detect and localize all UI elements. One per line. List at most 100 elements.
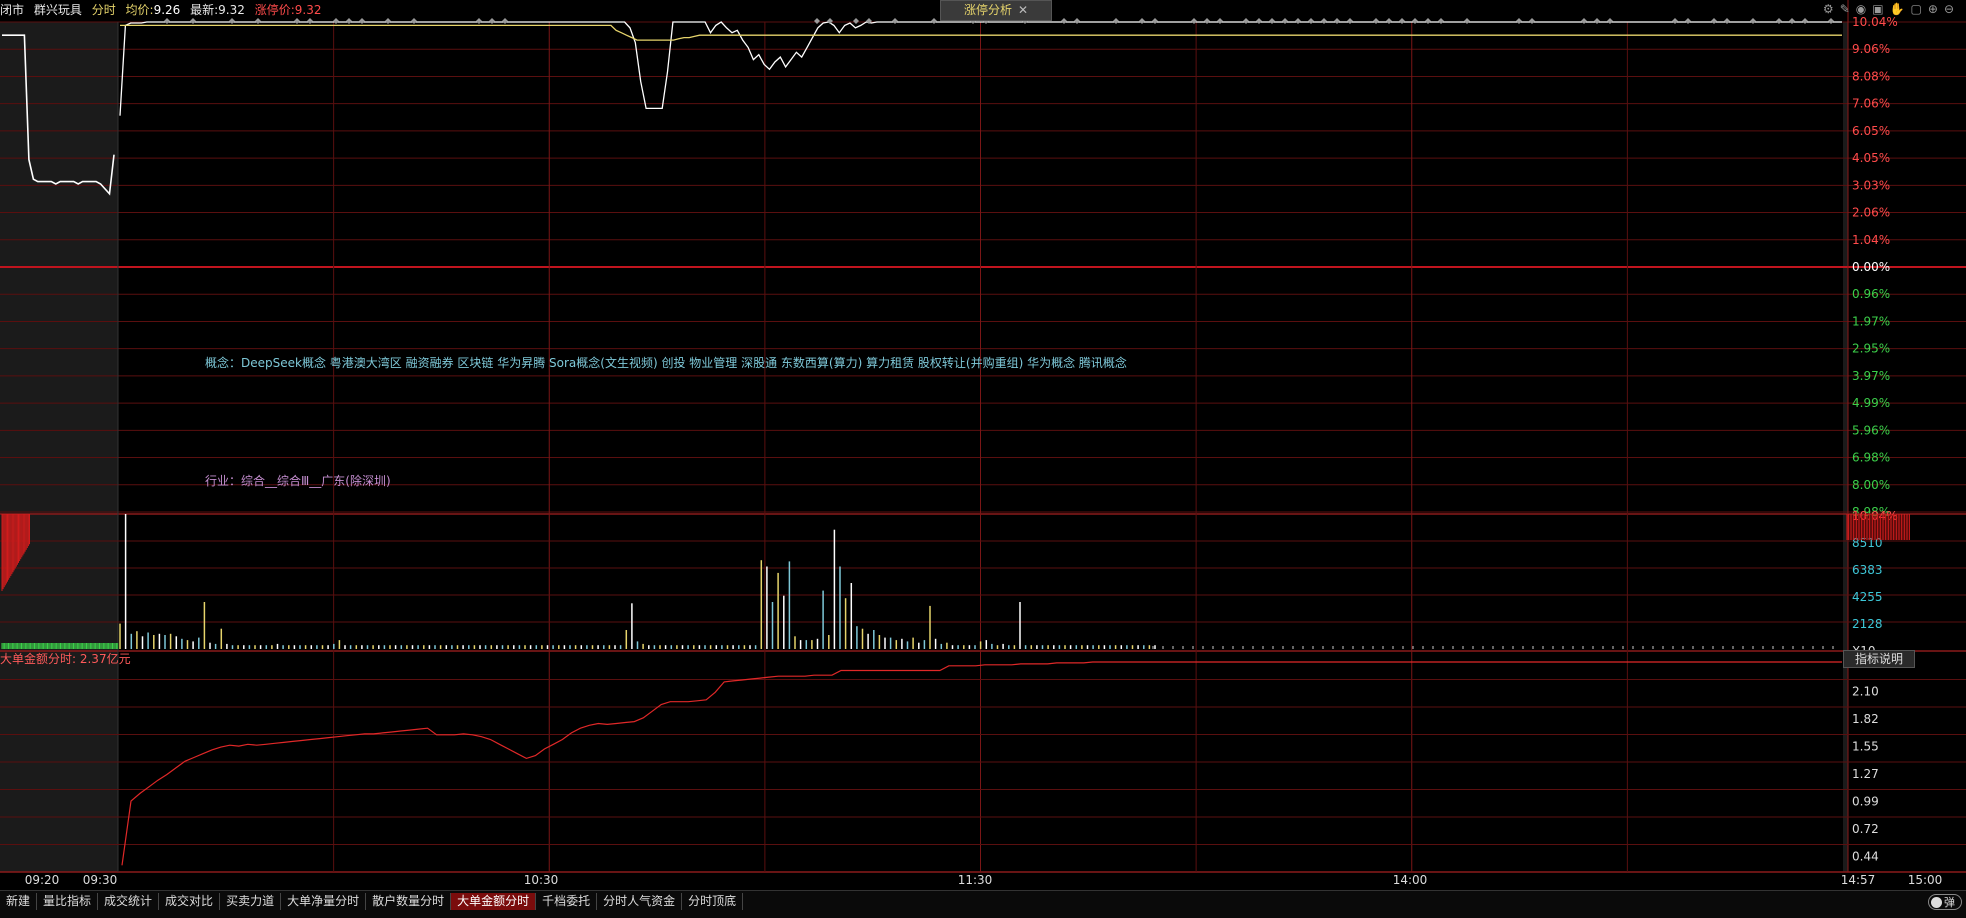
limit-marker <box>1321 18 1327 24</box>
limit-marker <box>931 18 937 24</box>
limit-marker <box>814 18 820 24</box>
limit-marker <box>1295 18 1301 24</box>
price-tick-label: 0.96% <box>1852 287 1890 301</box>
time-tick-label: 14:57 <box>1841 873 1876 887</box>
price-tick-label: 2.95% <box>1852 342 1890 356</box>
bottom-tab-5[interactable]: 大单净量分时 <box>281 893 366 910</box>
limit-marker <box>1243 18 1249 24</box>
price-tick-label: 4.99% <box>1852 396 1890 410</box>
amount-tick-label: 1.27 <box>1852 767 1879 781</box>
price-tick-label: 5.96% <box>1852 423 1890 437</box>
header-bar: 闭市 群兴玩具 分时 均价:9.26 最新:9.32 涨停价:9.32 <box>0 0 327 20</box>
bottom-tab-3[interactable]: 成交对比 <box>159 893 220 910</box>
amount-tick-label: 0.72 <box>1852 822 1879 836</box>
limit-marker <box>1802 18 1808 24</box>
limit-marker <box>476 18 482 24</box>
price-tick-label: 10.04% <box>1852 15 1898 29</box>
limit-marker <box>827 18 833 24</box>
industry-text: 行业：综合__综合Ⅲ__广东(除深圳) <box>205 472 391 489</box>
eye-icon[interactable]: ◉ <box>1856 2 1872 16</box>
price-tick-label: 9.06% <box>1852 42 1890 56</box>
close-icon[interactable]: ✕ <box>1018 3 1028 17</box>
bottom-tab-4[interactable]: 买卖力道 <box>220 893 281 910</box>
amount-tick-label: 0.44 <box>1852 850 1879 864</box>
amount-tick-label: 1.82 <box>1852 712 1879 726</box>
limit-marker <box>1724 18 1730 24</box>
limit-marker <box>853 18 859 24</box>
limit-marker <box>346 18 352 24</box>
price-tick-label: 1.04% <box>1852 233 1890 247</box>
bottom-tab-1[interactable]: 量比指标 <box>37 893 98 910</box>
limit-marker <box>1750 18 1756 24</box>
volume-tick-label: 10.04% <box>1852 509 1898 523</box>
limit-marker <box>1711 18 1717 24</box>
limit-marker <box>1308 18 1314 24</box>
premarket-bg <box>0 22 118 872</box>
trash-icon[interactable]: ▣ <box>1872 2 1889 16</box>
price-tick-label: 3.97% <box>1852 369 1890 383</box>
limit-marker <box>1828 18 1834 24</box>
limit-marker <box>1594 18 1600 24</box>
limit-marker <box>1607 18 1613 24</box>
lock-icon[interactable]: ▢ <box>1911 2 1928 16</box>
popup-toggle[interactable]: 弹 <box>1928 894 1962 910</box>
time-tick-label: 09:30 <box>83 873 118 887</box>
bottom-tab-8[interactable]: 千档委托 <box>536 893 597 910</box>
limit-marker <box>1776 18 1782 24</box>
gear-icon[interactable]: ⚙ <box>1823 2 1840 16</box>
mode-label: 分时 <box>92 3 116 17</box>
limit-marker <box>1217 18 1223 24</box>
indicator-explain-button[interactable]: 指标说明 <box>1843 650 1915 668</box>
limit-marker <box>359 18 365 24</box>
stock-name[interactable]: 群兴玩具 <box>34 3 82 17</box>
amount-line <box>122 662 1842 865</box>
limit-marker <box>1425 18 1431 24</box>
limit-marker <box>1334 18 1340 24</box>
limit-marker <box>1412 18 1418 24</box>
limit-marker <box>385 18 391 24</box>
bottom-tab-bar: 新建 量比指标 成交统计 成交对比 买卖力道 大单净量分时 散户数量分时 大单金额分时 千档委托… <box>0 890 1966 918</box>
price-tick-label: 4.05% <box>1852 151 1890 165</box>
latest-label: 最新:9.32 <box>190 3 245 17</box>
limit-label: 涨停价:9.32 <box>255 3 322 17</box>
zoom-out-icon[interactable]: ⊖ <box>1944 2 1960 16</box>
zoom-in-icon[interactable]: ⊕ <box>1928 2 1944 16</box>
price-tick-label: 2.06% <box>1852 206 1890 220</box>
limit-marker <box>1074 18 1080 24</box>
bottom-tab-0[interactable]: 新建 <box>0 893 37 910</box>
bottom-tab-6[interactable]: 散户数量分时 <box>366 893 451 910</box>
limit-marker <box>892 18 898 24</box>
limit-marker <box>411 18 417 24</box>
limit-marker <box>1373 18 1379 24</box>
limit-analysis-tab[interactable]: 涨停分析 ✕ <box>940 0 1052 21</box>
price-tick-label: 3.03% <box>1852 178 1890 192</box>
limit-marker <box>1282 18 1288 24</box>
bottom-tab-10[interactable]: 分时顶底 <box>682 893 743 910</box>
price-tick-label: 6.05% <box>1852 124 1890 138</box>
intraday-chart[interactable]: 10.04% 9.06% 8.08% 7.06% 6.05% 4.05% 3.03% 2.06… <box>0 0 1966 917</box>
price-tick-label: 8.00% <box>1852 478 1890 492</box>
volume-tick-label: 6383 <box>1852 563 1883 577</box>
limit-marker <box>1113 18 1119 24</box>
limit-marker <box>1685 18 1691 24</box>
time-tick-label: 15:00 <box>1908 873 1943 887</box>
limit-marker <box>1347 18 1353 24</box>
bottom-tab-2[interactable]: 成交统计 <box>98 893 159 910</box>
price-tick-label-zero: 0.00% <box>1852 260 1890 274</box>
bottom-tab-9[interactable]: 分时人气资金 <box>597 893 682 910</box>
price-tick-label: 1.97% <box>1852 314 1890 328</box>
sub-indicator-label: 大单金额分时: 2.37亿元 <box>0 650 131 667</box>
time-tick-label: 11:30 <box>958 873 993 887</box>
hand-icon[interactable]: ✋ <box>1890 2 1911 16</box>
limit-marker <box>1516 18 1522 24</box>
pen-icon[interactable]: ✎ <box>1840 2 1856 16</box>
limit-marker <box>1386 18 1392 24</box>
limit-marker <box>1152 18 1158 24</box>
limit-marker <box>1464 18 1470 24</box>
price-tick-label: 8.08% <box>1852 69 1890 83</box>
bottom-tab-7[interactable]: 大单金额分时 <box>451 893 536 910</box>
avg-label: 均价:9.26 <box>126 3 181 17</box>
price-tick-label: 7.06% <box>1852 97 1890 111</box>
amount-tick-label: 1.55 <box>1852 740 1879 754</box>
limit-marker <box>1581 18 1587 24</box>
